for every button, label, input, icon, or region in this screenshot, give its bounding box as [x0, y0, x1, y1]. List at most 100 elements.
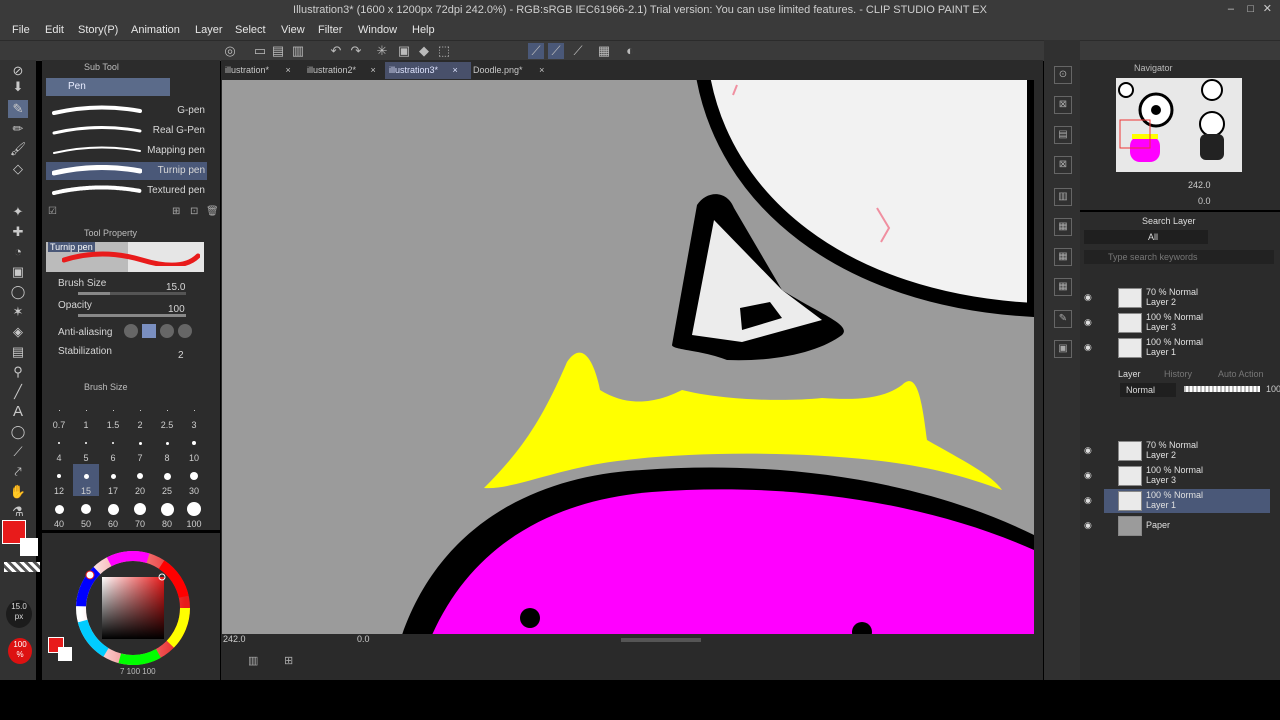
snap-ruler-icon[interactable]: ⟋ — [528, 43, 544, 59]
brush-size-option[interactable]: 80 — [154, 497, 180, 529]
brush-size-option[interactable]: 30 — [181, 464, 207, 496]
eyedropper-icon[interactable]: ⚲ — [8, 363, 28, 381]
layer-opacity-value[interactable]: 100 — [1266, 384, 1280, 394]
tab-doodle[interactable]: Doodle.png* × — [469, 62, 555, 79]
brush-size-option[interactable]: 40 — [46, 497, 72, 529]
material-icon[interactable]: ▤ — [1054, 126, 1072, 144]
color-wheel[interactable] — [74, 549, 192, 667]
layer-opacity-slider[interactable] — [1184, 386, 1260, 392]
visibility-eye-icon[interactable]: ◉ — [1084, 445, 1098, 455]
snap-grid-icon[interactable]: ⟋ — [570, 43, 586, 59]
brush-size-option[interactable]: 2.5 — [154, 398, 180, 430]
clip-icon[interactable]: ◐ — [622, 43, 638, 59]
pen-tool-icon[interactable]: ✎ — [8, 100, 28, 118]
save-icon[interactable]: ▥ — [290, 43, 306, 59]
move-tool-icon[interactable]: ⬇ — [8, 78, 28, 96]
fill-tool-icon[interactable]: ◈ — [8, 323, 28, 341]
brush-size-option[interactable]: 10 — [181, 431, 207, 463]
brush-size-slider[interactable] — [78, 292, 186, 295]
tab-illustration3[interactable]: illustration3* × — [385, 62, 471, 79]
opacity-slider[interactable] — [78, 314, 186, 317]
grid-icon[interactable]: ▦ — [596, 43, 612, 59]
text-tool-icon[interactable]: A — [8, 403, 28, 421]
clear-icon[interactable]: ✳ — [374, 43, 390, 59]
hand-tool-icon[interactable]: ✋ — [8, 483, 28, 501]
redo-icon[interactable]: ↷ — [348, 43, 364, 59]
select-tool-icon[interactable]: ▣ — [8, 263, 28, 281]
blend-tool-icon[interactable]: ◔ — [8, 243, 28, 261]
menu-file[interactable]: File — [12, 24, 30, 36]
brush-size-option[interactable]: 50 — [73, 497, 99, 529]
navigator-zoom[interactable]: 242.0 — [1188, 180, 1211, 190]
antialias-options[interactable] — [124, 324, 200, 338]
transparent-swatch[interactable] — [4, 562, 40, 572]
brush-size-option[interactable]: 6 — [100, 431, 126, 463]
layer-row[interactable]: 70 % Normal Layer 2 — [1104, 439, 1270, 463]
layer-row[interactable]: 100 % Normal Layer 1 — [1104, 336, 1270, 360]
brush-mapping-pen[interactable]: Mapping pen — [46, 142, 207, 160]
snap-special-ruler-icon[interactable]: ⟋ — [548, 43, 564, 59]
navigator-rotation[interactable]: 0.0 — [1198, 196, 1211, 206]
item-bank-icon[interactable]: ▥ — [1054, 188, 1072, 206]
gradient-tool-icon[interactable]: ▤ — [8, 343, 28, 361]
sub-view-icon[interactable]: ⊠ — [1054, 96, 1072, 114]
menu-animation[interactable]: Animation — [131, 24, 180, 36]
brush-size-option[interactable]: 60 — [100, 497, 126, 529]
transform-icon[interactable]: ◆ — [416, 43, 432, 59]
fill-icon[interactable]: ▣ — [396, 43, 412, 59]
brush-size-option[interactable]: 7 — [127, 431, 153, 463]
layer-row[interactable]: 70 % Normal Layer 2 — [1104, 286, 1270, 310]
figure-tool-icon[interactable]: ╱ — [8, 383, 28, 401]
menu-story[interactable]: Story(P) — [78, 24, 118, 36]
layer-panel-toggle-icon[interactable]: ▥ — [248, 654, 258, 667]
wheel-sub-color[interactable] — [58, 647, 72, 661]
brush-size-option[interactable]: 1 — [73, 398, 99, 430]
search-filter-select[interactable]: All — [1084, 230, 1208, 244]
sub-tool-group-tab[interactable]: Pen — [46, 78, 170, 96]
sub-tool-settings-icon[interactable]: ☑ — [48, 206, 57, 217]
lasso-tool-icon[interactable]: ◯ — [8, 283, 28, 301]
home-icon[interactable]: ◎ — [222, 43, 238, 59]
maximize-icon[interactable]: □ — [1247, 3, 1254, 15]
antialias-weak[interactable] — [142, 324, 156, 338]
brush-g-pen[interactable]: G-pen — [46, 102, 207, 120]
eyedropper-2-icon[interactable]: ⚗ — [8, 503, 28, 521]
airbrush-tool-icon[interactable]: ✚ — [8, 223, 28, 241]
undo-icon[interactable]: ↶ — [328, 43, 344, 59]
layer-property-icon[interactable]: ⊠ — [1054, 156, 1072, 174]
brush-size-option[interactable]: 4 — [46, 431, 72, 463]
brush-size-option[interactable]: 25 — [154, 464, 180, 496]
visibility-eye-icon[interactable]: ◉ — [1084, 520, 1098, 530]
copy-sub-tool-icon[interactable]: ⊞ — [172, 206, 180, 217]
select-all-icon[interactable]: ⬚ — [436, 43, 452, 59]
visibility-eye-icon[interactable]: ◉ — [1084, 470, 1098, 480]
stabilization-value[interactable]: 2 — [178, 350, 184, 361]
brush-size-option[interactable]: 5 — [73, 431, 99, 463]
new-file-icon[interactable]: ▭ — [252, 43, 268, 59]
menu-layer[interactable]: Layer — [195, 24, 223, 36]
tab-illustration[interactable]: illustration* × — [221, 62, 303, 79]
layer-row[interactable]: 100 % Normal Layer 3 — [1104, 464, 1270, 488]
brush-size-option[interactable]: 2 — [127, 398, 153, 430]
brush-size-option[interactable]: 8 — [154, 431, 180, 463]
zoom-readout[interactable]: 242.0 — [223, 634, 246, 644]
brush-size-option[interactable]: 20 — [127, 464, 153, 496]
minimize-icon[interactable]: – — [1228, 3, 1234, 15]
brush-size-option[interactable]: 100 — [181, 497, 207, 529]
delete-sub-tool-icon[interactable]: 🗑 — [206, 206, 219, 217]
angle-readout[interactable]: 0.0 — [357, 634, 370, 644]
quick-access-icon[interactable]: ▣ — [1054, 340, 1072, 358]
material-3-icon[interactable]: ▦ — [1054, 248, 1072, 266]
auto-select-icon[interactable]: ✶ — [8, 303, 28, 321]
menu-select[interactable]: Select — [235, 24, 266, 36]
edit-icon[interactable]: ✎ — [1054, 310, 1072, 328]
antialias-strong[interactable] — [178, 324, 192, 338]
menu-filter[interactable]: Filter — [318, 24, 342, 36]
brush-size-option[interactable]: 1.5 — [100, 398, 126, 430]
visibility-eye-icon[interactable]: ◉ — [1084, 495, 1098, 505]
navigator-panel-icon[interactable]: ⊙ — [1054, 66, 1072, 84]
brush-size-option[interactable]: 17 — [100, 464, 126, 496]
create-sub-tool-icon[interactable]: ⊡ — [190, 206, 198, 217]
layer-paper[interactable]: Paper — [1104, 514, 1270, 538]
close-icon[interactable]: ✕ — [1263, 2, 1272, 15]
